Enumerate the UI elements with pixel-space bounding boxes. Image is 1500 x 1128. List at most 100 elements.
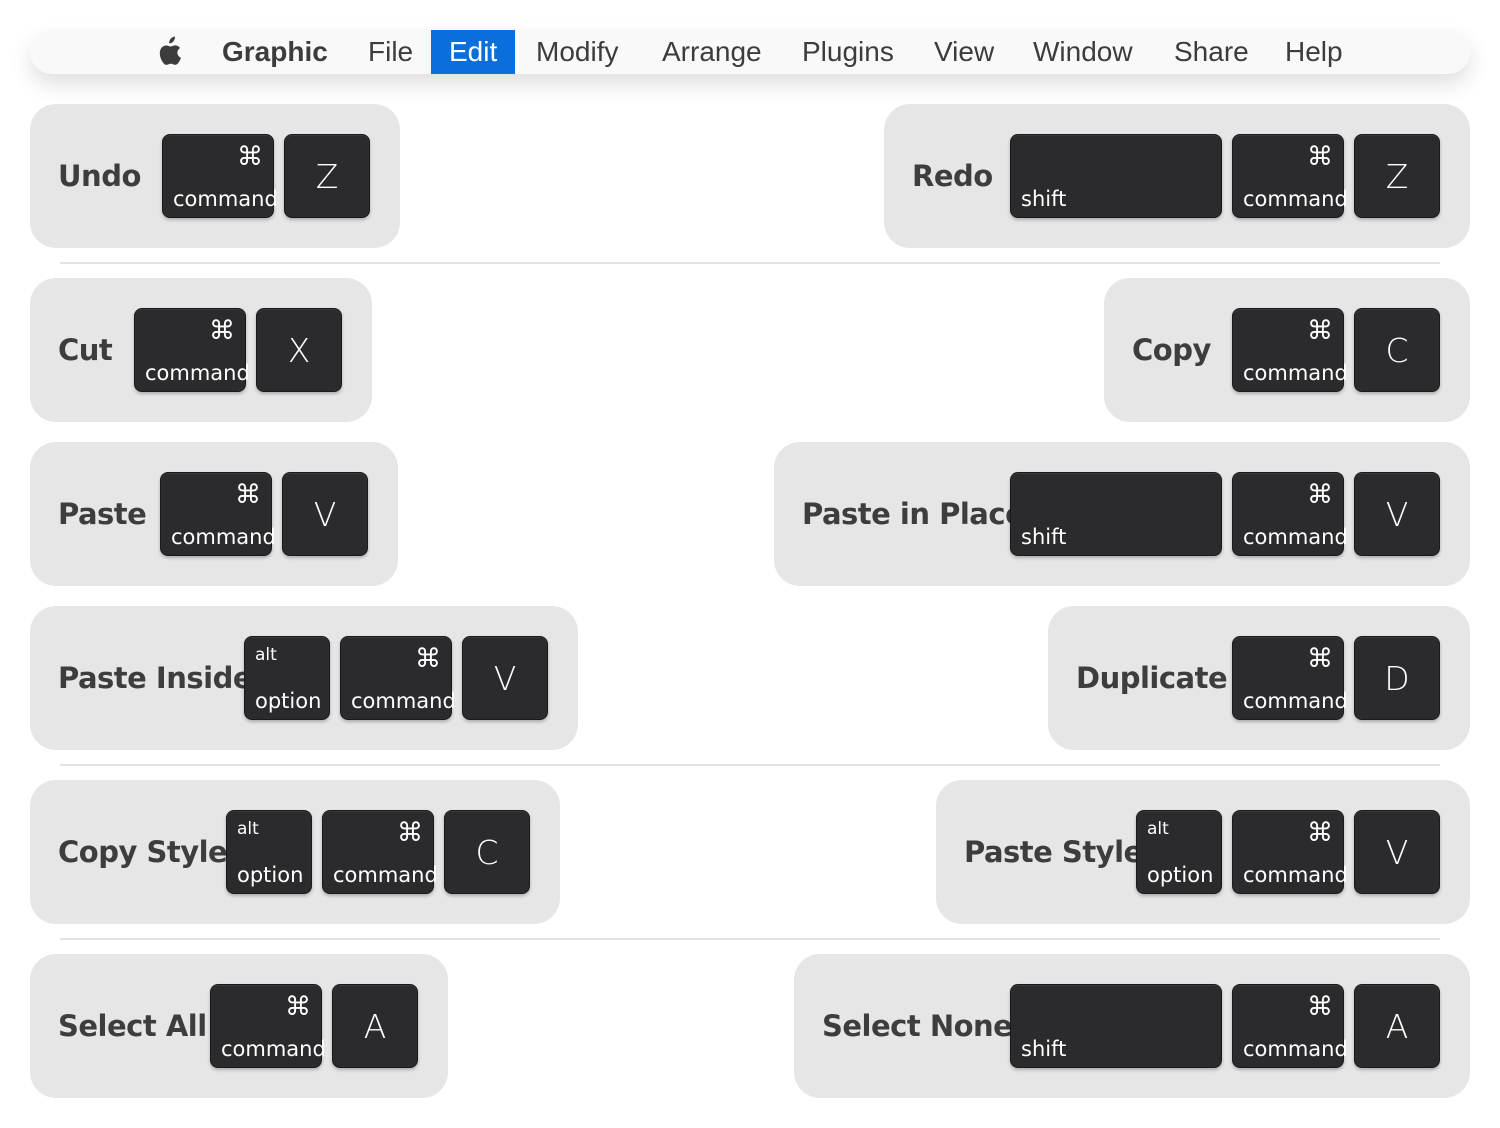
option-key: alt option <box>1136 810 1222 894</box>
command-key: ⌘ command <box>162 134 278 218</box>
shortcut-select-all: Select All ⌘ command A <box>30 954 448 1098</box>
command-icon: ⌘ <box>1307 991 1333 1021</box>
key-label: A <box>363 1007 387 1046</box>
shortcut-copy: Copy ⌘ command C <box>1104 278 1470 422</box>
key-label: command <box>145 361 250 385</box>
command-icon: ⌘ <box>285 991 311 1021</box>
letter-key: A <box>332 984 418 1068</box>
key-label: command <box>351 689 456 713</box>
key-sublabel: alt <box>1147 819 1169 839</box>
shortcut-label: Select None <box>822 1009 1013 1043</box>
letter-key: V <box>462 636 548 720</box>
command-key: ⌘ command <box>322 810 438 894</box>
command-icon: ⌘ <box>1307 315 1333 345</box>
shortcut-copy-style: Copy Style alt option ⌘ command C <box>30 780 560 924</box>
key-label: V <box>493 659 517 698</box>
key-label: option <box>237 863 304 887</box>
menu-edit[interactable]: Edit <box>431 30 516 74</box>
menu-graphic[interactable]: Graphic <box>222 30 328 74</box>
key-label: C <box>475 833 499 872</box>
command-icon: ⌘ <box>235 479 261 509</box>
menu-window[interactable]: Window <box>1033 30 1133 74</box>
shortcut-paste: Paste ⌘ command V <box>30 442 398 586</box>
letter-key: C <box>1354 308 1440 392</box>
key-label: command <box>333 863 438 887</box>
shortcut-undo: Undo ⌘ command Z <box>30 104 400 248</box>
letter-key: Z <box>284 134 370 218</box>
shortcut-label: Select All <box>58 1009 207 1043</box>
key-sublabel: alt <box>255 645 277 665</box>
command-icon: ⌘ <box>1307 141 1333 171</box>
shortcut-label: Paste Style <box>964 835 1143 869</box>
command-key: ⌘ command <box>160 472 276 556</box>
menu-bar: Graphic File Edit Modify Arrange Plugins… <box>30 30 1470 74</box>
command-key: ⌘ command <box>1232 810 1348 894</box>
shortcut-label: Duplicate <box>1076 661 1228 695</box>
key-label: Z <box>1385 157 1409 196</box>
menu-file[interactable]: File <box>368 30 413 74</box>
key-label: shift <box>1021 1037 1067 1061</box>
letter-key: D <box>1354 636 1440 720</box>
menu-modify[interactable]: Modify <box>536 30 618 74</box>
key-label: A <box>1385 1007 1409 1046</box>
command-icon: ⌘ <box>1307 479 1333 509</box>
command-icon: ⌘ <box>209 315 235 345</box>
key-label: X <box>287 331 311 370</box>
shortcut-paste-in-place: Paste in Place shift ⌘ command V <box>774 442 1470 586</box>
letter-key: C <box>444 810 530 894</box>
key-label: D <box>1384 659 1410 698</box>
letter-key: V <box>1354 472 1440 556</box>
command-icon: ⌘ <box>397 817 423 847</box>
key-label: C <box>1385 331 1409 370</box>
key-label: command <box>221 1037 326 1061</box>
key-label: V <box>1385 833 1409 872</box>
menu-help[interactable]: Help <box>1285 30 1343 74</box>
shortcut-label: Cut <box>58 333 113 367</box>
shift-key: shift <box>1010 134 1222 218</box>
key-label: command <box>1243 361 1348 385</box>
key-label: shift <box>1021 525 1067 549</box>
shortcut-label: Undo <box>58 159 141 193</box>
command-icon: ⌘ <box>415 643 441 673</box>
shortcut-label: Paste in Place <box>802 497 1025 531</box>
shortcut-label: Copy <box>1132 333 1211 367</box>
key-label: command <box>1243 689 1348 713</box>
shortcut-label: Redo <box>912 159 993 193</box>
key-label: command <box>171 525 276 549</box>
menu-view[interactable]: View <box>934 30 994 74</box>
command-key: ⌘ command <box>210 984 326 1068</box>
letter-key: X <box>256 308 342 392</box>
command-key: ⌘ command <box>1232 134 1348 218</box>
key-sublabel: alt <box>237 819 259 839</box>
menu-share[interactable]: Share <box>1174 30 1249 74</box>
command-key: ⌘ command <box>340 636 456 720</box>
key-label: command <box>1243 863 1348 887</box>
letter-key: Z <box>1354 134 1440 218</box>
key-label: Z <box>315 157 339 196</box>
key-label: shift <box>1021 187 1067 211</box>
command-key: ⌘ command <box>1232 636 1348 720</box>
command-key: ⌘ command <box>134 308 250 392</box>
menu-arrange[interactable]: Arrange <box>662 30 762 74</box>
key-label: V <box>313 495 337 534</box>
command-icon: ⌘ <box>1307 643 1333 673</box>
letter-key: V <box>1354 810 1440 894</box>
key-label: command <box>173 187 278 211</box>
menu-plugins[interactable]: Plugins <box>802 30 894 74</box>
command-icon: ⌘ <box>1307 817 1333 847</box>
shift-key: shift <box>1010 472 1222 556</box>
shortcut-label: Paste Inside <box>58 661 253 695</box>
shortcut-cut: Cut ⌘ command X <box>30 278 372 422</box>
key-label: option <box>1147 863 1214 887</box>
shortcut-paste-inside: Paste Inside alt option ⌘ command V <box>30 606 578 750</box>
option-key: alt option <box>226 810 312 894</box>
command-key: ⌘ command <box>1232 308 1348 392</box>
apple-logo-icon[interactable] <box>154 36 182 68</box>
key-label: command <box>1243 187 1348 211</box>
command-icon: ⌘ <box>237 141 263 171</box>
shortcut-paste-style: Paste Style alt option ⌘ command V <box>936 780 1470 924</box>
letter-key: V <box>282 472 368 556</box>
shortcut-label: Paste <box>58 497 147 531</box>
key-label: command <box>1243 525 1348 549</box>
key-label: command <box>1243 1037 1348 1061</box>
